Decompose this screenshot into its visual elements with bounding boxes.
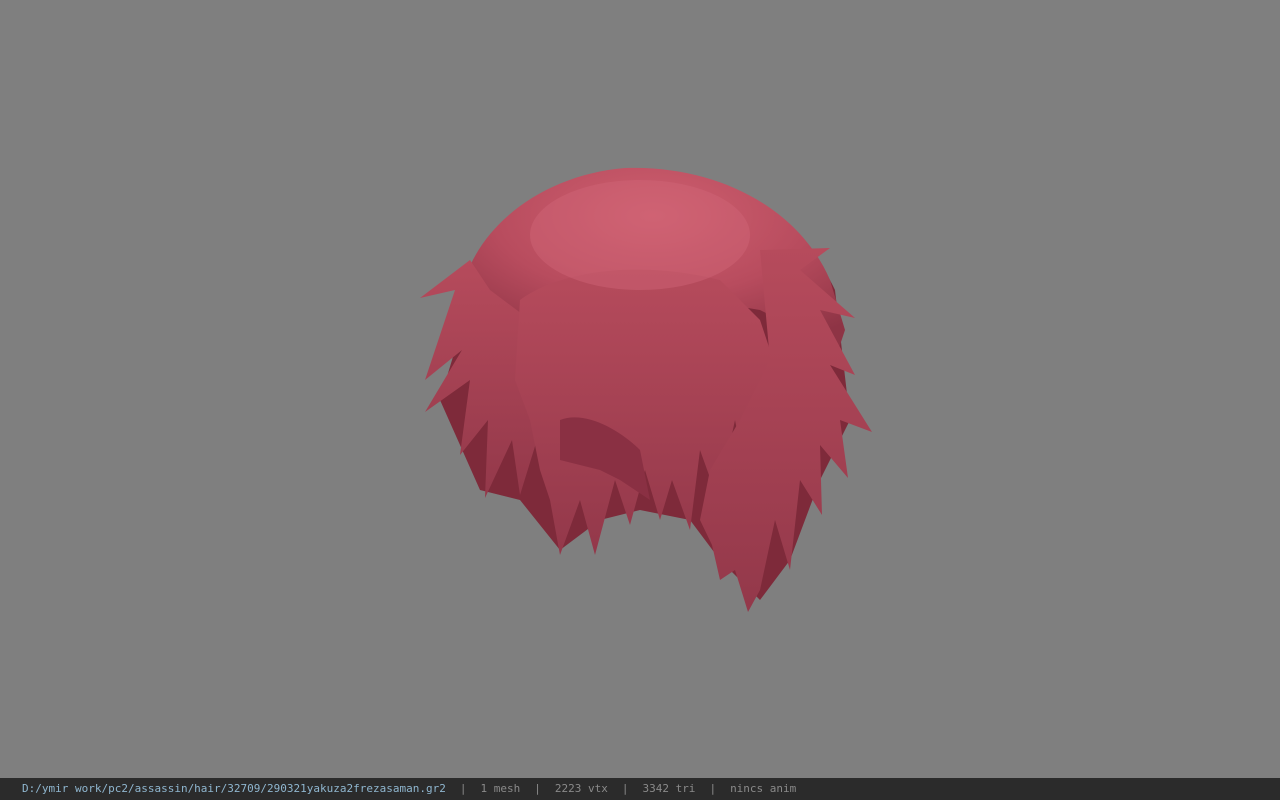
vertex-count-label: 2223 vtx: [554, 782, 608, 795]
mesh-count-label: 1 mesh: [480, 782, 521, 795]
separator: |: [709, 782, 717, 795]
separator: |: [459, 782, 467, 795]
separator: |: [534, 782, 541, 795]
hair-model[interactable]: [0, 0, 1280, 778]
anim-status-label: nincs anim: [730, 782, 797, 795]
hair-highlight: [530, 180, 750, 290]
file-path-label: D:/ymir work/pc2/assassin/hair/32709/290…: [22, 782, 446, 795]
status-bar: D:/ymir work/pc2/assassin/hair/32709/290…: [0, 778, 1280, 800]
triangle-count-label: 3342 tri: [642, 782, 696, 795]
separator: |: [621, 782, 629, 795]
3d-viewport[interactable]: [0, 0, 1280, 778]
